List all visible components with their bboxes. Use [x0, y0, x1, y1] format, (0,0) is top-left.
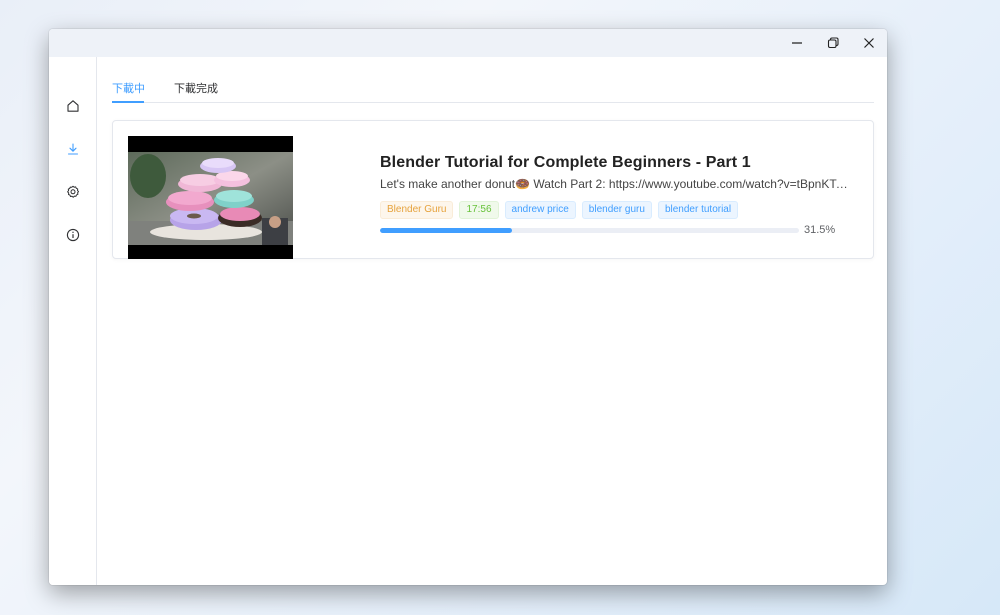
video-title: Blender Tutorial for Complete Beginners …: [380, 154, 751, 171]
tag-keyword: blender tutorial: [657, 201, 739, 219]
sidebar-item-settings[interactable]: [61, 180, 85, 204]
home-icon: [67, 100, 79, 112]
progress-bar: [380, 228, 799, 233]
active-tab-indicator: [112, 101, 144, 103]
tag-keyword: andrew price: [504, 201, 576, 219]
tag-channel: Blender Guru: [380, 201, 454, 219]
minimize-button[interactable]: [779, 29, 815, 57]
tag-duration: 17:56: [459, 201, 499, 219]
progress-fill: [380, 228, 512, 233]
tag-list: Blender Guru 17:56 andrew price blender …: [380, 201, 860, 219]
tab-bar: 下載中 下載完成: [112, 79, 874, 103]
tag-keyword: blender guru: [581, 201, 652, 219]
app-window: 下載中 下載完成 Blender Tutorial for Complete B…: [49, 29, 887, 585]
tab-completed[interactable]: 下載完成: [174, 79, 218, 103]
download-card[interactable]: Blender Tutorial for Complete Beginners …: [112, 120, 874, 259]
progress-text: 31.5%: [804, 224, 836, 236]
gear-icon: [67, 185, 79, 198]
sidebar-item-about[interactable]: [61, 223, 85, 247]
progress-row: 31.5%: [380, 223, 860, 237]
sidebar-item-downloads[interactable]: [61, 137, 85, 161]
title-bar[interactable]: [49, 29, 887, 57]
video-thumbnail: [128, 136, 293, 259]
sidebar-item-home[interactable]: [61, 94, 85, 118]
restore-icon: [827, 37, 839, 49]
close-icon: [864, 38, 874, 48]
close-button[interactable]: [851, 29, 887, 57]
maximize-button[interactable]: [815, 29, 851, 57]
video-description: Let's make another donut🍩 Watch Part 2: …: [380, 177, 850, 191]
download-icon: [67, 143, 79, 155]
download-info: Blender Tutorial for Complete Beginners …: [380, 154, 860, 237]
minimize-icon: [792, 42, 802, 44]
sidebar: [49, 57, 97, 585]
tab-downloading[interactable]: 下載中: [112, 79, 145, 103]
main-content: 下載中 下載完成 Blender Tutorial for Complete B…: [97, 57, 887, 585]
info-icon: [66, 228, 80, 242]
